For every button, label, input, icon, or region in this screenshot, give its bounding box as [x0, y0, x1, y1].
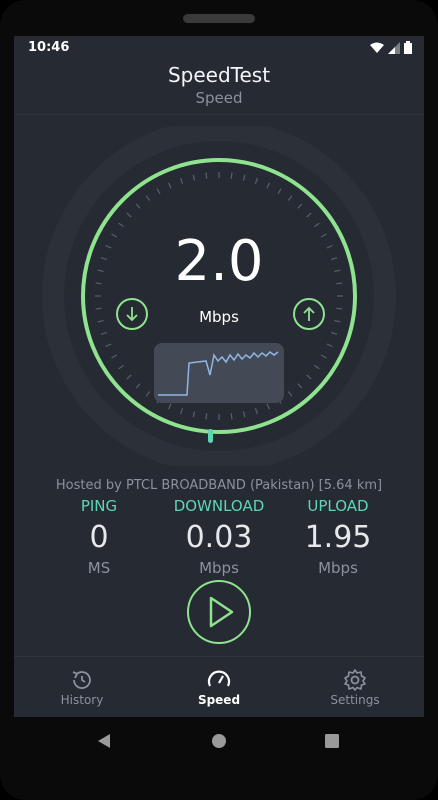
gauge-tick — [180, 408, 184, 415]
history-icon — [72, 671, 91, 689]
app-screen: 10:46 SpeedTest Speed 2.0 Mbps Hosted by… — [14, 36, 424, 717]
status-time: 10:46 — [28, 40, 70, 55]
gauge-outer-halo — [42, 126, 396, 466]
status-icons — [370, 41, 412, 54]
gauge-tick — [326, 343, 333, 347]
play-icon — [209, 596, 234, 628]
gauge-tick — [118, 364, 124, 370]
download-unit: Mbps — [199, 559, 239, 577]
gauge-tick — [254, 408, 258, 415]
gauge-needle-marker — [208, 429, 213, 443]
nav-history[interactable]: History — [32, 667, 132, 707]
signal-icon — [388, 41, 400, 54]
upload-value: 1.95 — [304, 520, 372, 555]
arrow-up-icon — [303, 306, 315, 321]
gauge-tick — [105, 343, 112, 347]
speaker-grille — [183, 14, 255, 23]
gauge-tick — [306, 374, 312, 380]
bottom-navigation: History Speed Settings — [14, 656, 424, 717]
ping-value: 0 — [89, 520, 109, 555]
gauge-tick — [192, 174, 196, 181]
gauge-tick — [156, 188, 161, 195]
gauge-tick — [314, 364, 320, 370]
gauge-tick — [306, 212, 312, 218]
gauge-tick — [168, 182, 172, 189]
download-stat: DOWNLOAD 0.03 Mbps — [164, 496, 274, 578]
gauge-tick — [287, 391, 293, 397]
home-icon — [212, 734, 226, 748]
download-label: DOWNLOAD — [173, 497, 265, 515]
gauge-tick — [168, 403, 172, 410]
gauge-tick — [100, 331, 107, 335]
nav-settings[interactable]: Settings — [305, 667, 405, 707]
phone-frame: 10:46 SpeedTest Speed 2.0 Mbps Hosted by… — [0, 0, 438, 800]
speed-mini-graph — [154, 343, 284, 403]
gauge-tick — [266, 182, 270, 189]
nav-speed-label: Speed — [197, 693, 241, 707]
gauge-tick — [145, 391, 151, 397]
arrow-down-icon — [126, 307, 138, 322]
gauge-tick — [192, 411, 196, 418]
app-subtitle: Speed — [195, 89, 243, 107]
gauge-tick — [297, 203, 303, 209]
gauge-tick — [254, 177, 258, 184]
gauge-tick — [242, 411, 246, 418]
gauge-tick — [314, 222, 320, 228]
ping-unit: MS — [87, 559, 111, 577]
gauge-tick — [145, 195, 151, 201]
system-navigation-bar — [0, 717, 438, 765]
speedometer-icon — [207, 670, 231, 687]
gauge-tick — [126, 374, 132, 380]
current-speed-value: 2.0 — [174, 229, 264, 294]
upload-label: UPLOAD — [307, 497, 369, 515]
ping-label: PING — [80, 497, 118, 515]
speed-line-graph — [158, 351, 279, 396]
ping-stat: PING 0 MS — [44, 496, 154, 578]
gauge-tick — [205, 413, 208, 420]
recents-icon — [325, 734, 339, 748]
download-value: 0.03 — [185, 520, 253, 555]
gauge-tick — [111, 354, 118, 359]
gauge-tick — [287, 195, 293, 201]
status-bar: 10:46 — [14, 36, 424, 60]
gauge-tick — [135, 383, 141, 389]
server-host-info: Hosted by PTCL BROADBAND (Pakistan) [5.6… — [55, 478, 383, 493]
nav-history-label: History — [60, 693, 104, 707]
gauge-tick — [266, 403, 270, 410]
download-indicator — [116, 298, 148, 330]
back-icon — [98, 734, 110, 748]
gauge-tick — [135, 203, 141, 209]
gauge-tick — [230, 172, 233, 179]
app-header: SpeedTest Speed — [14, 62, 424, 115]
nav-settings-label: Settings — [330, 693, 380, 707]
upload-indicator — [293, 298, 325, 330]
gauge-tick — [242, 174, 246, 181]
gauge-tick — [331, 331, 338, 335]
battery-icon — [404, 41, 412, 54]
gauge-tick — [320, 354, 327, 359]
gauge-tick — [277, 188, 282, 195]
nav-speed[interactable]: Speed — [169, 667, 269, 707]
speed-gauge — [42, 126, 396, 466]
gauge-tick — [205, 172, 208, 179]
wifi-icon — [370, 42, 384, 53]
upload-unit: Mbps — [318, 559, 358, 577]
gauge-tick — [297, 383, 303, 389]
start-test-button[interactable] — [187, 580, 251, 644]
gauge-tick — [230, 413, 233, 420]
upload-stat: UPLOAD 1.95 Mbps — [283, 496, 393, 578]
gauge-tick — [126, 212, 132, 218]
gear-icon — [344, 669, 366, 691]
gauge-tick — [180, 177, 184, 184]
app-title: SpeedTest — [167, 63, 271, 87]
gauge-tick — [118, 222, 124, 228]
current-speed-unit: Mbps — [199, 308, 239, 326]
